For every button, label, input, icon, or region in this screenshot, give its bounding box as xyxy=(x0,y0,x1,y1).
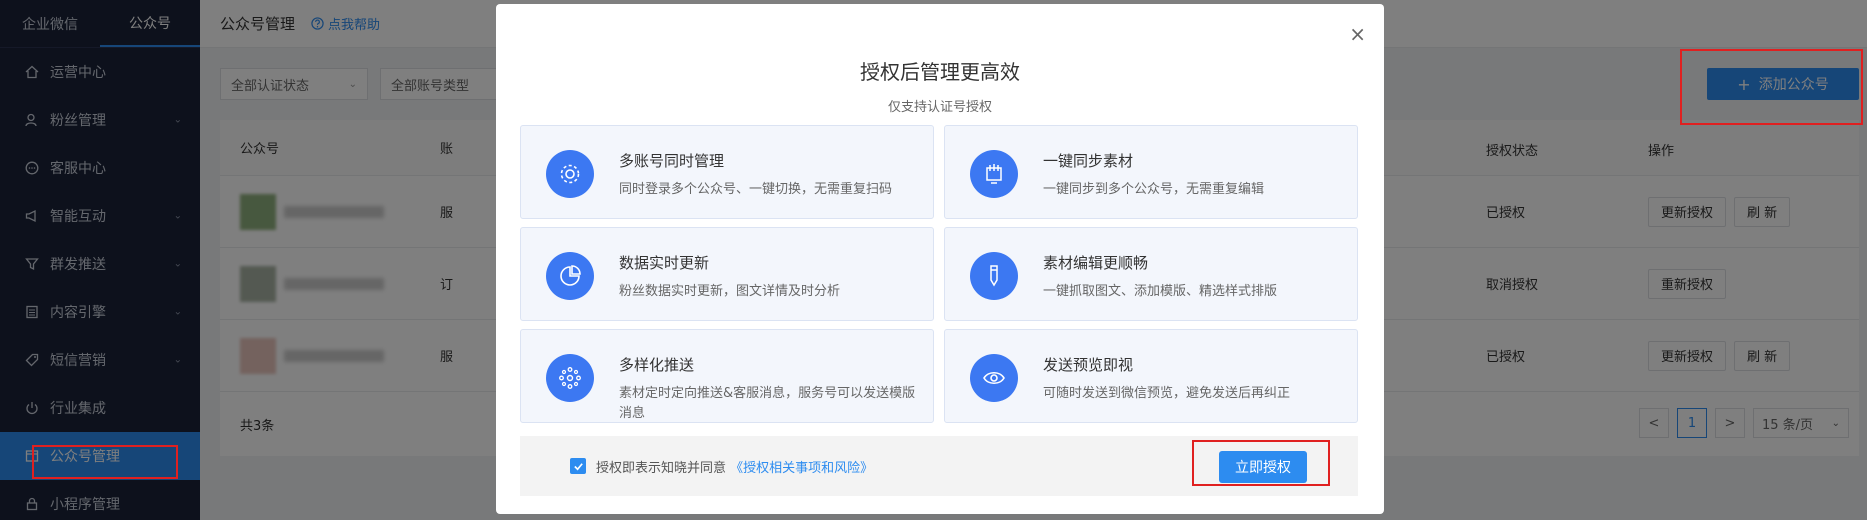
eye-icon xyxy=(970,354,1018,402)
gear-icon xyxy=(546,150,594,198)
authorize-now-button[interactable]: 立即授权 xyxy=(1219,451,1307,483)
modal-footer: 授权即表示知晓并同意 《授权相关事项和风险》 立即授权 xyxy=(520,436,1358,496)
feature-grid: 多账号同时管理 同时登录多个公众号、一键切换，无需重复扫码 一键同步素材 一键同… xyxy=(520,125,1358,423)
sync-icon xyxy=(970,150,1018,198)
feature-desc: 粉丝数据实时更新，图文详情及时分析 xyxy=(619,284,841,299)
feature-desc: 可随时发送到微信预览，避免发送后再纠正 xyxy=(1043,386,1291,401)
feature-desc: 同时登录多个公众号、一键切换，无需重复扫码 xyxy=(619,182,893,197)
feature-desc: 一键同步到多个公众号，无需重复编辑 xyxy=(1043,182,1265,197)
feature-desc: 一键抓取图文、添加模版、精选样式排版 xyxy=(1043,284,1278,299)
feature-card-multi-account: 多账号同时管理 同时登录多个公众号、一键切换，无需重复扫码 xyxy=(520,125,934,219)
agree-checkbox[interactable] xyxy=(570,458,586,474)
authorize-modal: × 授权后管理更高效 仅支持认证号授权 多账号同时管理 同时登录多个公众号、一键… xyxy=(496,4,1384,514)
close-icon[interactable]: × xyxy=(1349,24,1366,44)
feature-card-editing: 素材编辑更顺畅 一键抓取图文、添加模版、精选样式排版 xyxy=(944,227,1358,321)
check-icon xyxy=(573,462,583,470)
terms-link[interactable]: 《授权相关事项和风险》 xyxy=(730,461,873,476)
feature-title: 发送预览即视 xyxy=(1043,356,1134,374)
feature-card-preview: 发送预览即视 可随时发送到微信预览，避免发送后再纠正 xyxy=(944,329,1358,423)
feature-title: 数据实时更新 xyxy=(619,254,710,272)
dots-ring-icon xyxy=(546,354,594,402)
feature-card-push: 多样化推送 素材定时定向推送&客服消息，服务号可以发送模版消息 xyxy=(520,329,934,423)
modal-title: 授权后管理更高效 xyxy=(860,60,1020,84)
feature-title: 多账号同时管理 xyxy=(619,152,725,170)
feature-title: 素材编辑更顺畅 xyxy=(1043,254,1149,272)
pen-icon xyxy=(970,252,1018,300)
feature-card-sync: 一键同步素材 一键同步到多个公众号，无需重复编辑 xyxy=(944,125,1358,219)
agree-label: 授权即表示知晓并同意 xyxy=(596,461,727,476)
pie-chart-icon xyxy=(546,252,594,300)
feature-card-realtime-data: 数据实时更新 粉丝数据实时更新，图文详情及时分析 xyxy=(520,227,934,321)
modal-subtitle: 仅支持认证号授权 xyxy=(887,100,992,115)
feature-desc: 素材定时定向推送&客服消息，服务号可以发送模版消息 xyxy=(619,386,916,421)
feature-title: 多样化推送 xyxy=(619,356,695,374)
feature-title: 一键同步素材 xyxy=(1043,152,1134,170)
agree-text: 授权即表示知晓并同意 《授权相关事项和风险》 xyxy=(596,457,873,476)
